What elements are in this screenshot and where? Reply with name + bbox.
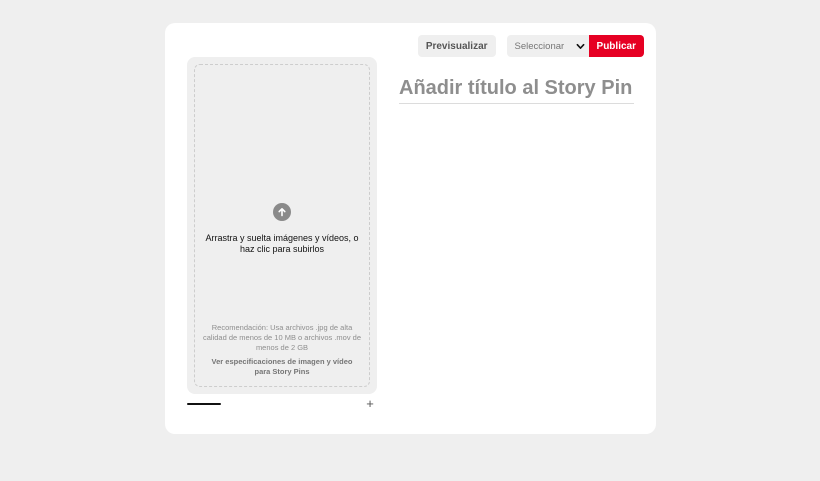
upload-panel: Arrastra y suelta imágenes y vídeos, o h…	[187, 57, 377, 394]
story-pin-title-input[interactable]	[399, 73, 634, 104]
specs-link[interactable]: Ver especificaciones de imagen y vídeo p…	[203, 357, 361, 377]
publish-button[interactable]: Publicar	[588, 35, 644, 57]
preview-button[interactable]: Previsualizar	[417, 35, 496, 57]
upload-dropzone[interactable]: Arrastra y suelta imágenes y vídeos, o h…	[194, 64, 370, 387]
upload-recommendation: Recomendación: Usa archivos .jpg de alta…	[203, 323, 362, 352]
story-pin-editor-card: Previsualizar Seleccionar Publicar Arras…	[165, 23, 656, 434]
arrow-up-circle-icon	[273, 203, 291, 221]
board-select-value: Seleccionar	[514, 40, 565, 52]
toolbar: Previsualizar Seleccionar Publicar	[417, 35, 644, 57]
page-indicator[interactable]	[187, 403, 221, 405]
upload-instruction: Arrastra y suelta imágenes y vídeos, o h…	[205, 233, 359, 254]
add-page-button[interactable]: +	[364, 397, 376, 410]
board-select[interactable]: Seleccionar	[506, 35, 589, 57]
chevron-down-icon	[576, 42, 585, 51]
